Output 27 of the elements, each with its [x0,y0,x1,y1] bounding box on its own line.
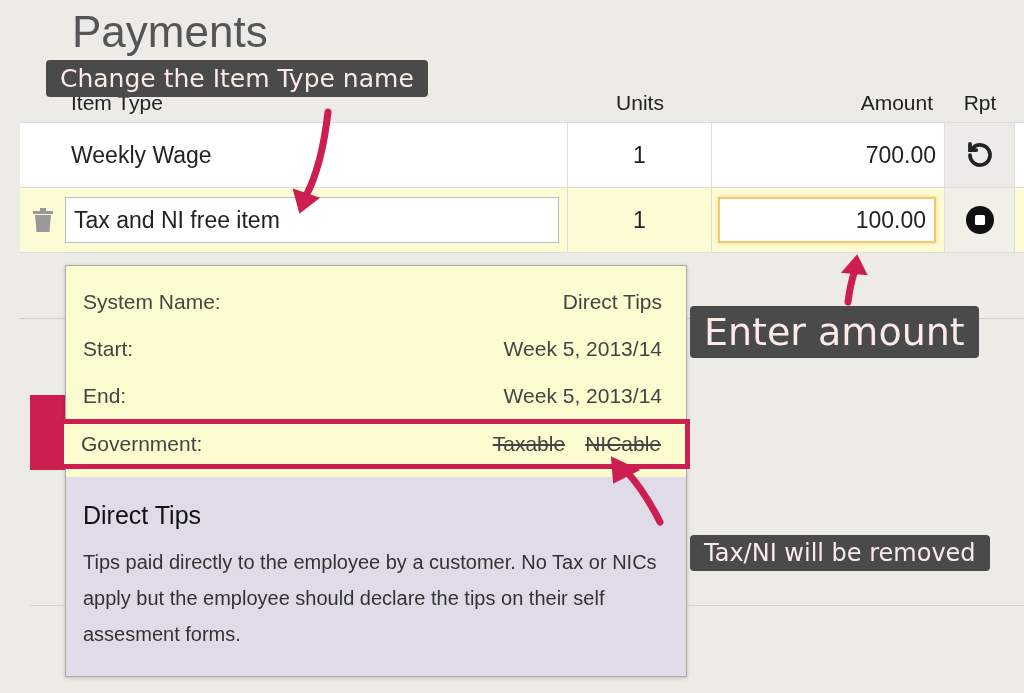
column-header: Amount [859,90,934,116]
column-header: Units [615,90,665,116]
amount-cell: 700.00 [865,141,936,169]
units-cell: 1 [633,206,646,234]
popup-description: Tips paid directly to the employee by a customer. No Tax or NICs apply but the employee should declare the tips on their self assesment forms. [83,550,658,647]
trash-icon[interactable] [32,208,53,232]
callout-label: Change the Item Type name [46,60,428,97]
callout-label: Tax/NI will be removed [690,535,990,571]
tax-status-label: NICable [585,432,661,456]
item-type-field[interactable]: Tax and NI free item [65,197,559,243]
field-label: Government: [81,432,203,456]
field-value: Week 5, 2013/14 [503,336,662,361]
field-value: Week 5, 2013/14 [503,383,662,408]
field-label: End: [83,383,127,408]
field-value: Direct Tips [562,289,662,314]
page-title: Payments [72,6,268,58]
column-header: Rpt [962,90,998,116]
arrow [840,254,868,306]
stop-icon[interactable] [965,206,994,234]
tax-status-label: Taxable [492,432,566,456]
popup-heading: Direct Tips [83,501,203,530]
units-cell: 1 [633,141,646,169]
callout-label: Enter amount [690,306,979,358]
amount-field[interactable]: 100.00 [718,197,936,243]
field-label: System Name: [83,289,221,314]
field-label: Start: [83,336,134,361]
item-type-cell: Weekly Wage [71,141,212,169]
